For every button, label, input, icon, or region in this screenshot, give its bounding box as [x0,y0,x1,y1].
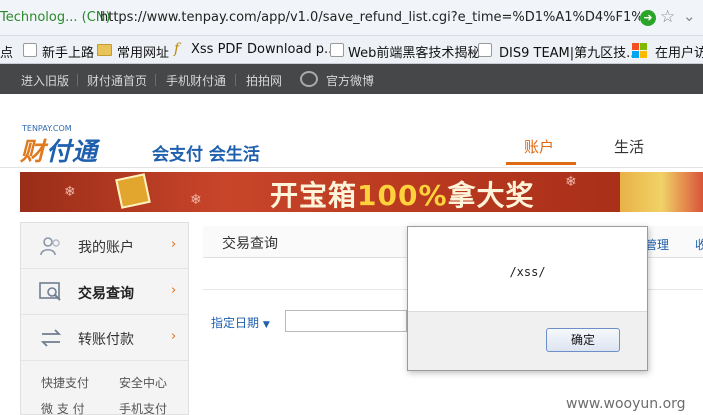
page-title: 交易查询 [222,236,278,252]
manage-link[interactable]: 管理 [645,236,669,253]
nav-paipai[interactable]: 拍拍网 [246,72,282,89]
bookmark-item[interactable]: 点 [0,42,13,61]
windows-icon [632,43,647,58]
banner-text-c: 拿大奖 [447,179,535,212]
top-nav: 进入旧版 财付通首页 手机财付通 拍拍网 官方微博 [0,64,703,94]
bookmark-item[interactable]: DIS9 TEAM|第九区技... [499,42,639,61]
bookmark-item[interactable]: 常用网址 [117,42,169,61]
gift-box-icon [115,173,151,209]
chevron-down-icon[interactable]: ⌄ [683,7,696,25]
f-icon: f [174,41,180,57]
divider [155,74,156,86]
user-icon [40,237,60,256]
banner-text-a: 开宝箱 [270,179,358,212]
sidebar-link-security[interactable]: 安全中心 [119,374,167,391]
divider [77,74,78,86]
tab-account[interactable]: 账户 [524,136,554,157]
alert-footer: 确定 [408,311,647,370]
sidebar-item-transactions[interactable]: 交易查询 › [21,269,188,315]
slogan: 会支付 会生活 [152,145,260,165]
sidebar: 我的账户 › 交易查询 › 转账付款 › 快捷支付 安全中心 微 支 付 手机支… [20,222,189,415]
snowflake-icon: ❄ [64,184,76,200]
sidebar-item-transfer[interactable]: 转账付款 › [21,315,188,361]
snowflake-icon: ❄ [565,174,577,190]
bookmark-item[interactable]: 在用户访 [655,42,703,61]
star-icon[interactable]: ☆ [660,7,675,27]
chevron-down-icon: ▼ [262,320,270,330]
bookmark-item[interactable]: Xss PDF Download p... [191,42,336,57]
bookmark-item[interactable]: 新手上路 [42,42,94,61]
folder-icon [97,44,112,56]
alert-dialog: /xss/ 确定 [407,226,648,371]
tab-life[interactable]: 生活 [614,136,644,157]
sidebar-link-micropay[interactable]: 微 支 付 [41,400,85,415]
tenpay-logo[interactable]: 财付通 [20,132,98,168]
chevron-right-icon: › [171,237,177,252]
url-field[interactable]: https://www.tenpay.com/app/v1.0/save_ref… [100,10,640,25]
bookmark-item[interactable]: Web前端黑客技术揭秘 [348,42,480,61]
ok-button[interactable]: 确定 [546,328,620,352]
sidebar-link-mobilepay[interactable]: 手机支付 [119,400,167,415]
sidebar-link-quickpay[interactable]: 快捷支付 [41,374,89,391]
sidebar-item-label: 我的账户 [78,240,134,256]
divider [235,74,236,86]
snowflake-icon: ❄ [190,192,202,208]
sidebar-item-label: 交易查询 [78,286,134,302]
collect-link[interactable]: 收 [695,236,703,253]
chevron-right-icon: › [171,283,177,298]
watermark: www.wooyun.org [566,396,686,412]
logo-text-b: 付通 [46,137,99,166]
nav-old-version[interactable]: 进入旧版 [21,72,69,89]
page-icon [23,43,37,57]
nav-mobile-tenpay[interactable]: 手机财付通 [166,72,226,89]
date-dropdown-label: 指定日期 [211,316,260,330]
nav-tenpay-home[interactable]: 财付通首页 [87,72,147,89]
sidebar-item-label: 转账付款 [78,332,134,348]
site-header: TENPAY.COM 财付通 会支付 会生活 账户 生活 [0,94,703,168]
page-icon [330,43,344,57]
banner-prize-image [620,172,703,212]
page-icon [478,43,492,57]
sidebar-item-my-account[interactable]: 我的账户 › [21,223,188,269]
date-dropdown[interactable]: 指定日期 ▼ [211,314,270,331]
go-arrow-icon[interactable]: ➜ [640,10,656,26]
date-input[interactable] [285,310,407,332]
address-bar: Technolog... (CN) https://www.tenpay.com… [0,0,703,36]
search-icon [39,282,61,301]
tab-active-underline [506,162,576,165]
nav-weibo[interactable]: 官方微博 [326,72,374,89]
weibo-icon [300,71,318,87]
transfer-icon [40,329,62,347]
alert-message: /xss/ [509,265,546,279]
bookmarks-bar: 点 新手上路 常用网址 f Xss PDF Download p... Web前… [0,36,703,64]
site-identity[interactable]: Technolog... (CN) [0,10,111,25]
banner-text-b: 100% [357,179,448,212]
logo-text-a: 财 [20,137,47,166]
chevron-right-icon: › [171,329,177,344]
promo-banner[interactable]: ❄ ❄ ❄ 开宝箱100%拿大奖 [20,172,703,212]
banner-text: 开宝箱100%拿大奖 [270,174,535,212]
